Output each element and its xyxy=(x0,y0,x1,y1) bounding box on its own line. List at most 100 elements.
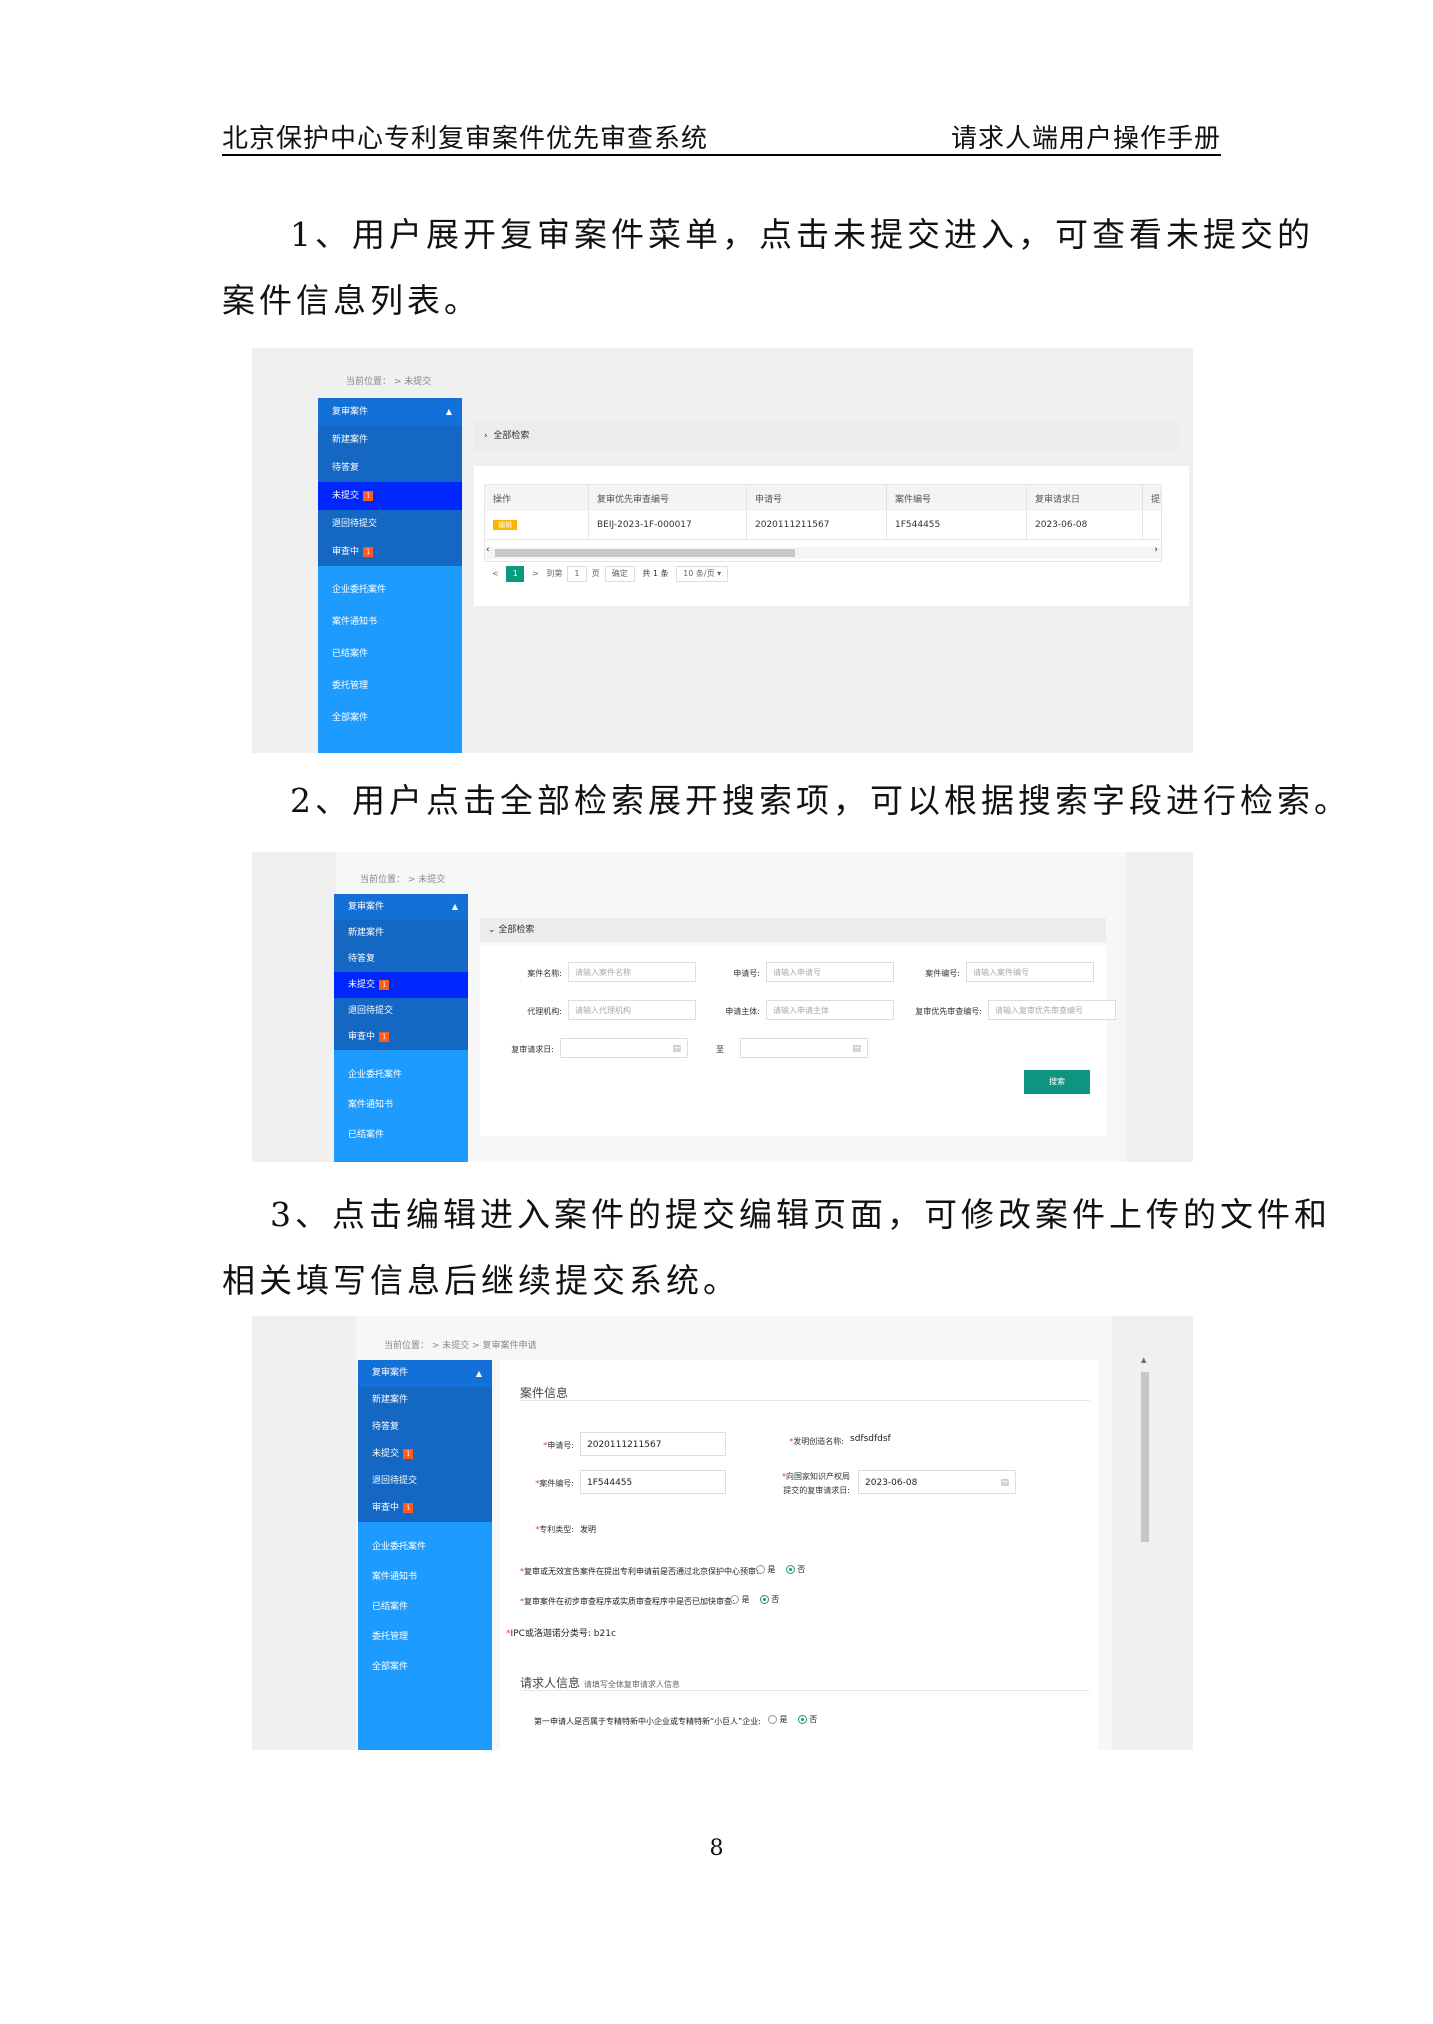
col-case-no: 案件编号 xyxy=(886,485,1027,511)
col-action: 操作 xyxy=(485,485,589,511)
scroll-left-icon[interactable]: ‹ xyxy=(486,545,490,555)
sidebar-item-enterprise[interactable]: 企业委托案件 xyxy=(358,1532,492,1562)
table-row: 编辑 BEIJ-2023-1F-000017 2020111211567 1F5… xyxy=(485,511,1161,540)
radio-yes[interactable] xyxy=(768,1715,777,1724)
sidebar: 复审案件 ▲ 新建案件 待答复 未提交 1 退回待提交 审查中 1 企业委托案件 案件… xyxy=(334,894,468,1162)
sidebar-item-unsubmitted[interactable]: 未提交 1 xyxy=(358,1441,492,1468)
sidebar-group-review-cases[interactable]: 复审案件 ▲ xyxy=(334,894,468,920)
sidebar-item-enterprise[interactable]: 企业委托案件 xyxy=(334,1060,468,1090)
sidebar-group-review-cases[interactable]: 复审案件 ▲ xyxy=(318,398,462,426)
sidebar-item-enterprise[interactable]: 企业委托案件 xyxy=(318,574,462,606)
sidebar-item-new-case[interactable]: 新建案件 xyxy=(358,1387,492,1414)
sidebar-item-returned[interactable]: 退回待提交 xyxy=(318,510,462,538)
sidebar: 复审案件 ▲ 新建案件 待答复 未提交 1 退回待提交 审查中 1 企业委托案件 案件… xyxy=(318,398,462,753)
next-page-button[interactable]: > xyxy=(532,569,539,578)
col-submit-time: 提交时 xyxy=(1142,485,1161,511)
question-prereview: 复审或无效宣告案件在提出专利申请前是否通过北京保护中心预审: xyxy=(524,1567,759,1576)
radio-group-sme: 是 否 xyxy=(768,1714,817,1725)
chevron-right-icon: › xyxy=(484,431,488,441)
scroll-right-icon[interactable]: › xyxy=(1154,545,1158,555)
radio-group-prereview: 是 否 xyxy=(756,1564,805,1575)
prev-page-button[interactable]: < xyxy=(492,569,499,578)
applicant-input[interactable]: 请输入申请主体 xyxy=(766,1000,894,1020)
case-form: 案件信息 *申请号: 2020111211567 *发明创造名称: sdfsdf… xyxy=(500,1360,1098,1750)
sidebar-item-returned[interactable]: 退回待提交 xyxy=(358,1468,492,1495)
app-no-input[interactable]: 请输入申请号 xyxy=(766,962,894,982)
sidebar-item-unsubmitted[interactable]: 未提交 1 xyxy=(318,482,462,510)
date-from-input[interactable]: ▤ xyxy=(560,1038,688,1058)
case-no-field[interactable]: 1F544455 xyxy=(580,1470,726,1494)
paragraph-3-line-1: 3、点击编辑进入案件的提交编辑页面，可修改案件上传的文件和 xyxy=(270,1195,1331,1234)
sidebar-item-returned[interactable]: 退回待提交 xyxy=(334,998,468,1024)
sidebar-item-pending-reply[interactable]: 待答复 xyxy=(358,1414,492,1441)
radio-no[interactable] xyxy=(785,1565,795,1574)
paragraph-2: 2、用户点击全部检索展开搜索项，可以根据搜索字段进行检索。 xyxy=(290,781,1351,820)
sidebar-item-closed[interactable]: 已结案件 xyxy=(334,1120,468,1150)
radio-yes[interactable] xyxy=(730,1595,739,1604)
cell-request-date: 2023-06-08 xyxy=(1026,511,1143,540)
total-count: 共 1 条 xyxy=(642,569,669,578)
cell-case-no: 1F544455 xyxy=(886,511,1027,540)
confirm-button[interactable]: 确定 xyxy=(604,566,635,582)
sidebar-item-all[interactable]: 全部案件 xyxy=(318,702,462,734)
search-button[interactable]: 搜索 xyxy=(1024,1070,1090,1094)
calendar-icon: ▤ xyxy=(672,1044,681,1054)
sidebar-item-notices[interactable]: 案件通知书 xyxy=(334,1090,468,1120)
header-rule xyxy=(222,154,1221,156)
sidebar: 复审案件 ▲ 新建案件 待答复 未提交 1 退回待提交 审查中 1 企业委托案件 案件… xyxy=(358,1360,492,1750)
page-size-select[interactable]: 10 条/页 ▾ xyxy=(676,566,729,582)
case-no-input[interactable]: 请输入案件编号 xyxy=(966,962,1094,982)
radio-no[interactable] xyxy=(797,1715,807,1724)
sidebar-item-in-review[interactable]: 审查中 1 xyxy=(334,1024,468,1050)
sidebar-item-delegation[interactable]: 委托管理 xyxy=(358,1622,492,1652)
calendar-icon: ▤ xyxy=(1000,1478,1009,1488)
invention-name-value: sdfsdfdsf xyxy=(850,1434,891,1444)
caret-up-icon: ▲ xyxy=(475,1369,482,1378)
paragraph-1-line-1: 1、用户展开复审案件菜单，点击未提交进入，可查看未提交的 xyxy=(290,215,1314,254)
page-1-button[interactable]: 1 xyxy=(506,566,525,582)
sidebar-item-notices[interactable]: 案件通知书 xyxy=(318,606,462,638)
count-badge: 1 xyxy=(363,546,374,557)
breadcrumb: 当前位置： > 未提交 > 复审案件申请 xyxy=(384,1341,537,1351)
sidebar-item-closed[interactable]: 已结案件 xyxy=(358,1592,492,1622)
priority-no-input[interactable]: 请输入复审优先审查编号 xyxy=(988,1000,1116,1020)
horizontal-scrollbar[interactable]: ‹ › xyxy=(485,545,1161,559)
sidebar-item-notices[interactable]: 案件通知书 xyxy=(358,1562,492,1592)
search-form: 案件名称: 请输入案件名称 申请号: 请输入申请号 案件编号: 请输入案件编号 … xyxy=(480,946,1116,1136)
agency-input[interactable]: 请输入代理机构 xyxy=(568,1000,696,1020)
radio-no[interactable] xyxy=(759,1595,769,1604)
page-input[interactable]: 1 xyxy=(567,566,587,582)
cases-table: 操作 复审优先审查编号 申请号 案件编号 复审请求日 提交时 编辑 BEIJ-2… xyxy=(485,485,1161,540)
sidebar-item-pending-reply[interactable]: 待答复 xyxy=(334,946,468,972)
breadcrumb: 当前位置： > 未提交 xyxy=(360,875,446,885)
sidebar-item-in-review[interactable]: 审查中 1 xyxy=(358,1495,492,1522)
search-toggle[interactable]: ⌄ 全部检索 xyxy=(480,918,1106,942)
breadcrumb: 当前位置： > 未提交 xyxy=(346,377,432,387)
count-badge: 1 xyxy=(379,979,390,990)
sidebar-item-pending-reply[interactable]: 待答复 xyxy=(318,454,462,482)
col-request-date: 复审请求日 xyxy=(1026,485,1143,511)
scroll-up-icon[interactable]: ▲ xyxy=(1141,1356,1146,1364)
sidebar-item-unsubmitted[interactable]: 未提交 1 xyxy=(334,972,468,998)
search-toggle[interactable]: › 全部检索 xyxy=(474,422,1179,450)
section-case-info-title: 案件信息 xyxy=(520,1386,569,1400)
sidebar-item-in-review[interactable]: 审查中 1 xyxy=(318,538,462,566)
question-expedited: 复审案件在初步审查程序或实质审查程序中是否已加快审查: xyxy=(524,1597,735,1606)
sidebar-item-all[interactable]: 全部案件 xyxy=(358,1652,492,1682)
sidebar-item-new-case[interactable]: 新建案件 xyxy=(334,920,468,946)
app-no-field[interactable]: 2020111211567 xyxy=(580,1432,726,1456)
screenshot-unsubmitted-list: 当前位置： > 未提交 复审案件 ▲ 新建案件 待答复 未提交 1 退回待提交 审查… xyxy=(252,348,1193,753)
sidebar-group-review-cases[interactable]: 复审案件 ▲ xyxy=(358,1360,492,1387)
sidebar-item-new-case[interactable]: 新建案件 xyxy=(318,426,462,454)
radio-yes[interactable] xyxy=(756,1565,765,1574)
date-to-input[interactable]: ▤ xyxy=(740,1038,868,1058)
request-date-field[interactable]: 2023-06-08 ▤ xyxy=(858,1470,1016,1494)
case-name-input[interactable]: 请输入案件名称 xyxy=(568,962,696,982)
cell-priority-no: BEIJ-2023-1F-000017 xyxy=(588,511,747,540)
edit-button[interactable]: 编辑 xyxy=(493,520,517,530)
radio-group-expedited: 是 否 xyxy=(730,1594,779,1605)
sidebar-item-closed[interactable]: 已结案件 xyxy=(318,638,462,670)
sidebar-item-delegation[interactable]: 委托管理 xyxy=(318,670,462,702)
paragraph-3-line-2: 相关填写信息后继续提交系统。 xyxy=(222,1261,740,1300)
vertical-scrollbar[interactable]: ▲ xyxy=(1140,1356,1150,1750)
